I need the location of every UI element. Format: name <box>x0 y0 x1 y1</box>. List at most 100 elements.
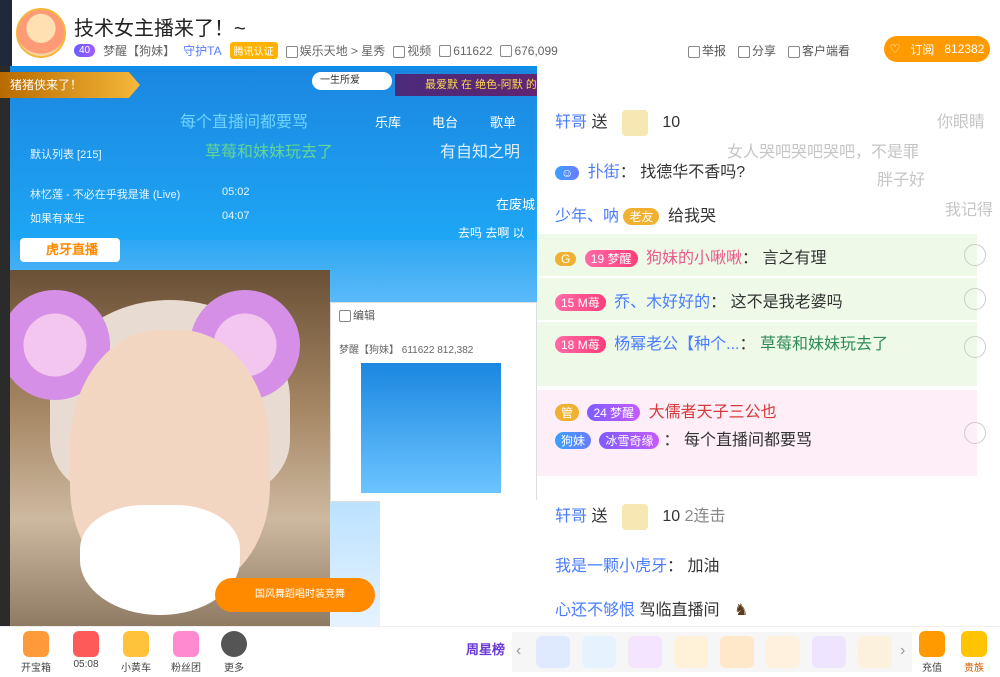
song-time: 05:02 <box>222 186 250 198</box>
chat-nick[interactable]: 轩哥 <box>555 508 587 525</box>
chat-text: 每个直播间都要骂 <box>683 432 812 449</box>
gift-item[interactable] <box>812 636 846 668</box>
timer-button[interactable]: 05:08 <box>64 631 108 670</box>
combo-text: 2连击 <box>684 508 726 525</box>
gift-item[interactable] <box>720 636 754 668</box>
chat-nick[interactable]: 扑街 <box>588 164 620 181</box>
chat-message: 少年、呐 老友 给我哭 <box>555 202 716 226</box>
recharge-button[interactable]: 充值 <box>910 631 954 674</box>
cart-button[interactable]: 小黄车 <box>114 631 158 674</box>
tab-radio: 电台 <box>432 115 459 130</box>
chat-text: 送 <box>591 508 608 525</box>
danmu-text: 我记得 <box>945 202 994 219</box>
play-icon <box>285 45 298 58</box>
room-meta: 40 梦醒【狗妹】 守护TA 腾讯认证 娱乐天地 > 星秀 视频 611622 … <box>74 42 558 59</box>
client-button[interactable]: 客户端看 <box>787 42 850 59</box>
chat-nick[interactable]: 心还不够恨 <box>555 602 635 619</box>
huya-logo: 虎牙直播 <box>20 238 120 262</box>
gift-item[interactable] <box>628 636 662 668</box>
gift-bar: ‹ › <box>512 632 912 672</box>
client-icon <box>787 45 800 58</box>
fans-value: 676,099 <box>514 43 558 58</box>
overlay-text: 每个直播间都要骂 <box>180 114 309 131</box>
week-star-button[interactable]: 周星榜 <box>466 639 505 658</box>
report-icon <box>687 45 700 58</box>
fan-club-icon <box>173 631 199 657</box>
tool-label: 05:08 <box>73 659 99 670</box>
edit-icon <box>339 310 351 323</box>
guard-link[interactable]: 守护TA <box>183 42 221 59</box>
gift-item[interactable] <box>536 636 570 668</box>
treasure-box-button[interactable]: 开宝箱 <box>14 631 58 674</box>
chevron-right-icon[interactable]: › <box>900 642 905 660</box>
danmu-text: 你眼睛 <box>937 114 986 131</box>
level-badge: 40 <box>74 44 96 57</box>
chat-nick[interactable]: 狗妹的小啾啾 <box>646 250 742 267</box>
mini-meta: 梦醒【狗妹】 611622 812,382 <box>339 341 473 356</box>
user-badge: 冰雪奇缘 <box>599 432 660 450</box>
people-icon <box>500 45 513 58</box>
nested-screenshot: 编辑 梦醒【狗妹】 611622 812,382 <box>330 302 537 502</box>
music-search: 一生所爱 <box>312 72 392 90</box>
tab-music-library: 乐库 <box>375 115 402 130</box>
treasure-icon <box>23 631 49 657</box>
chat-nick[interactable]: 我是一颗小虎牙 <box>555 558 667 575</box>
mini-player <box>361 363 501 493</box>
chat-text: 这不是我老婆吗 <box>730 294 843 311</box>
fans-count: 676,099 <box>500 43 558 58</box>
user-badge: ☺ <box>555 165 580 180</box>
danmu-text: 女人哭吧哭吧哭吧，不是罪 <box>727 144 920 161</box>
mini-count: 812,382 <box>437 345 474 356</box>
fan-club-button[interactable]: 粉丝团 <box>164 631 208 674</box>
share-button[interactable]: 分享 <box>737 42 776 59</box>
room-id: 611622 <box>439 44 492 58</box>
video-label: 视频 <box>407 44 432 58</box>
streamer-avatar[interactable] <box>16 8 66 58</box>
category-link[interactable]: 娱乐天地 > 星秀 <box>285 42 385 59</box>
room-title: 技术女主播来了！~ <box>74 18 246 40</box>
song-item: 林忆莲 - 不必在乎我是谁 (Live) 05:02 <box>30 186 250 202</box>
report-button[interactable]: 举报 <box>687 42 726 59</box>
streamer-name[interactable]: 梦醒【狗妹】 <box>103 42 175 59</box>
gift-item[interactable] <box>766 636 800 668</box>
room-id-value: 611622 <box>453 43 493 58</box>
chat-text: 言之有理 <box>762 250 827 267</box>
chat-nick[interactable]: 乔、木好好的 <box>614 294 710 311</box>
guard-badge: G <box>555 251 577 266</box>
subscribe-label: 订阅 <box>910 42 935 57</box>
nested-screenshot-small <box>380 500 537 626</box>
side-icon <box>964 244 986 266</box>
subscribe-count: 812382 <box>944 42 985 56</box>
webcam-feed <box>10 270 330 626</box>
chat-nick[interactable]: 杨幂老公【种个... <box>614 336 739 353</box>
chat-nick[interactable]: 大儒者天子三公也 <box>649 404 777 421</box>
song-name: 如果有来生 <box>30 213 85 225</box>
noble-button[interactable]: 贵族 <box>952 631 996 674</box>
subscribe-button[interactable]: ♡ 订阅 812382 <box>884 36 990 62</box>
gift-item[interactable] <box>858 636 892 668</box>
chat-nick[interactable]: 少年、呐 <box>555 208 619 225</box>
cart-icon <box>123 631 149 657</box>
video-link[interactable]: 视频 <box>393 42 431 59</box>
chat-message: 15 M苺 乔、木好好的： 这不是我老婆吗 <box>555 288 843 312</box>
share-icon <box>737 45 750 58</box>
user-badge: 老友 <box>623 208 660 226</box>
more-button[interactable]: 更多 <box>212 631 256 674</box>
chat-nick[interactable]: 轩哥 <box>555 114 587 131</box>
guard-badge: 管 <box>555 404 580 422</box>
gift-item[interactable] <box>674 636 708 668</box>
gift-count: 10 <box>662 508 681 525</box>
report-label: 举报 <box>701 44 726 58</box>
chat-message: 管 24 梦醒 大儒者天子三公也 <box>555 398 777 422</box>
chat-message: G 19 梦醒 狗妹的小啾啾： 言之有理 <box>555 244 826 268</box>
client-label: 客户端看 <box>801 44 850 58</box>
chevron-left-icon[interactable]: ‹ <box>516 642 521 660</box>
gift-count: 10 <box>662 114 681 131</box>
danmu-text: 胖子好 <box>877 172 926 189</box>
fan-badge-name: M苺 <box>577 338 600 353</box>
tool-label: 更多 <box>224 663 244 674</box>
chat-message: 我是一颗小虎牙： 加油 <box>555 558 720 575</box>
tool-label: 贵族 <box>964 663 984 674</box>
gift-item[interactable] <box>582 636 616 668</box>
promo-toast[interactable]: 国风舞蹈唱时装竞舞 <box>215 578 375 612</box>
